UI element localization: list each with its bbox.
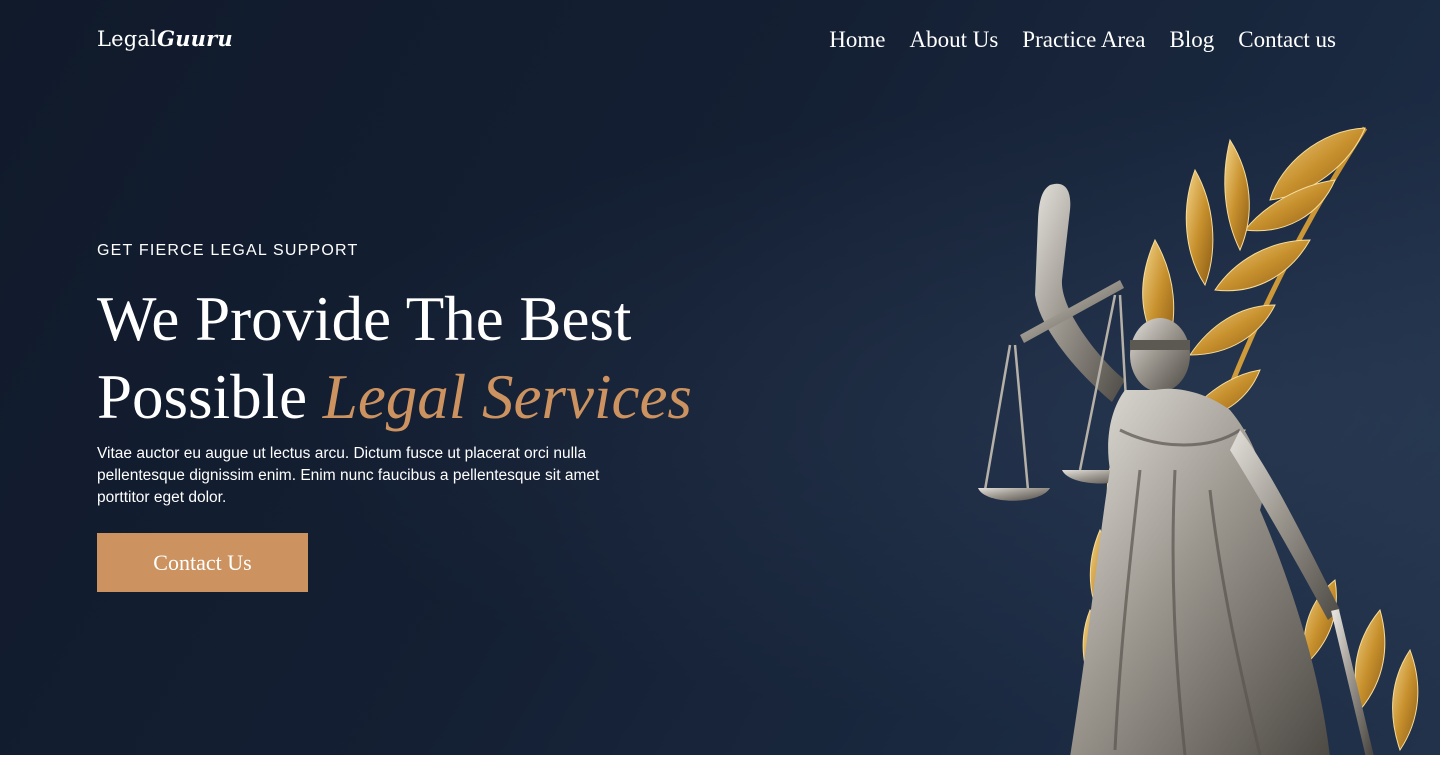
lady-justice-illustration bbox=[978, 126, 1419, 755]
headline-accent: Legal Services bbox=[322, 362, 692, 432]
headline-line-2: Possible bbox=[97, 362, 308, 432]
nav-about-us[interactable]: About Us bbox=[909, 27, 998, 53]
contact-us-button[interactable]: Contact Us bbox=[97, 533, 308, 592]
brand-name-part2: Guuru bbox=[157, 26, 233, 51]
main-nav: Home About Us Practice Area Blog Contact… bbox=[829, 27, 1336, 53]
brand-name-part1: Legal bbox=[97, 27, 158, 51]
hero-eyebrow: GET FIERCE LEGAL SUPPORT bbox=[97, 242, 359, 259]
nav-practice-area[interactable]: Practice Area bbox=[1022, 27, 1145, 53]
nav-home[interactable]: Home bbox=[829, 27, 885, 53]
headline-line-1: We Provide The Best bbox=[97, 284, 632, 354]
nav-blog[interactable]: Blog bbox=[1170, 27, 1215, 53]
hero-description: Vitae auctor eu augue ut lectus arcu. Di… bbox=[97, 445, 600, 506]
hero-headline: We Provide The Best Possible Legal Servi… bbox=[97, 280, 692, 436]
brand-logo[interactable]: LegalGuuru bbox=[97, 26, 233, 51]
nav-contact-us[interactable]: Contact us bbox=[1238, 27, 1336, 53]
hero-section: LegalGuuru Home About Us Practice Area B… bbox=[0, 0, 1440, 755]
statue bbox=[978, 183, 1374, 755]
